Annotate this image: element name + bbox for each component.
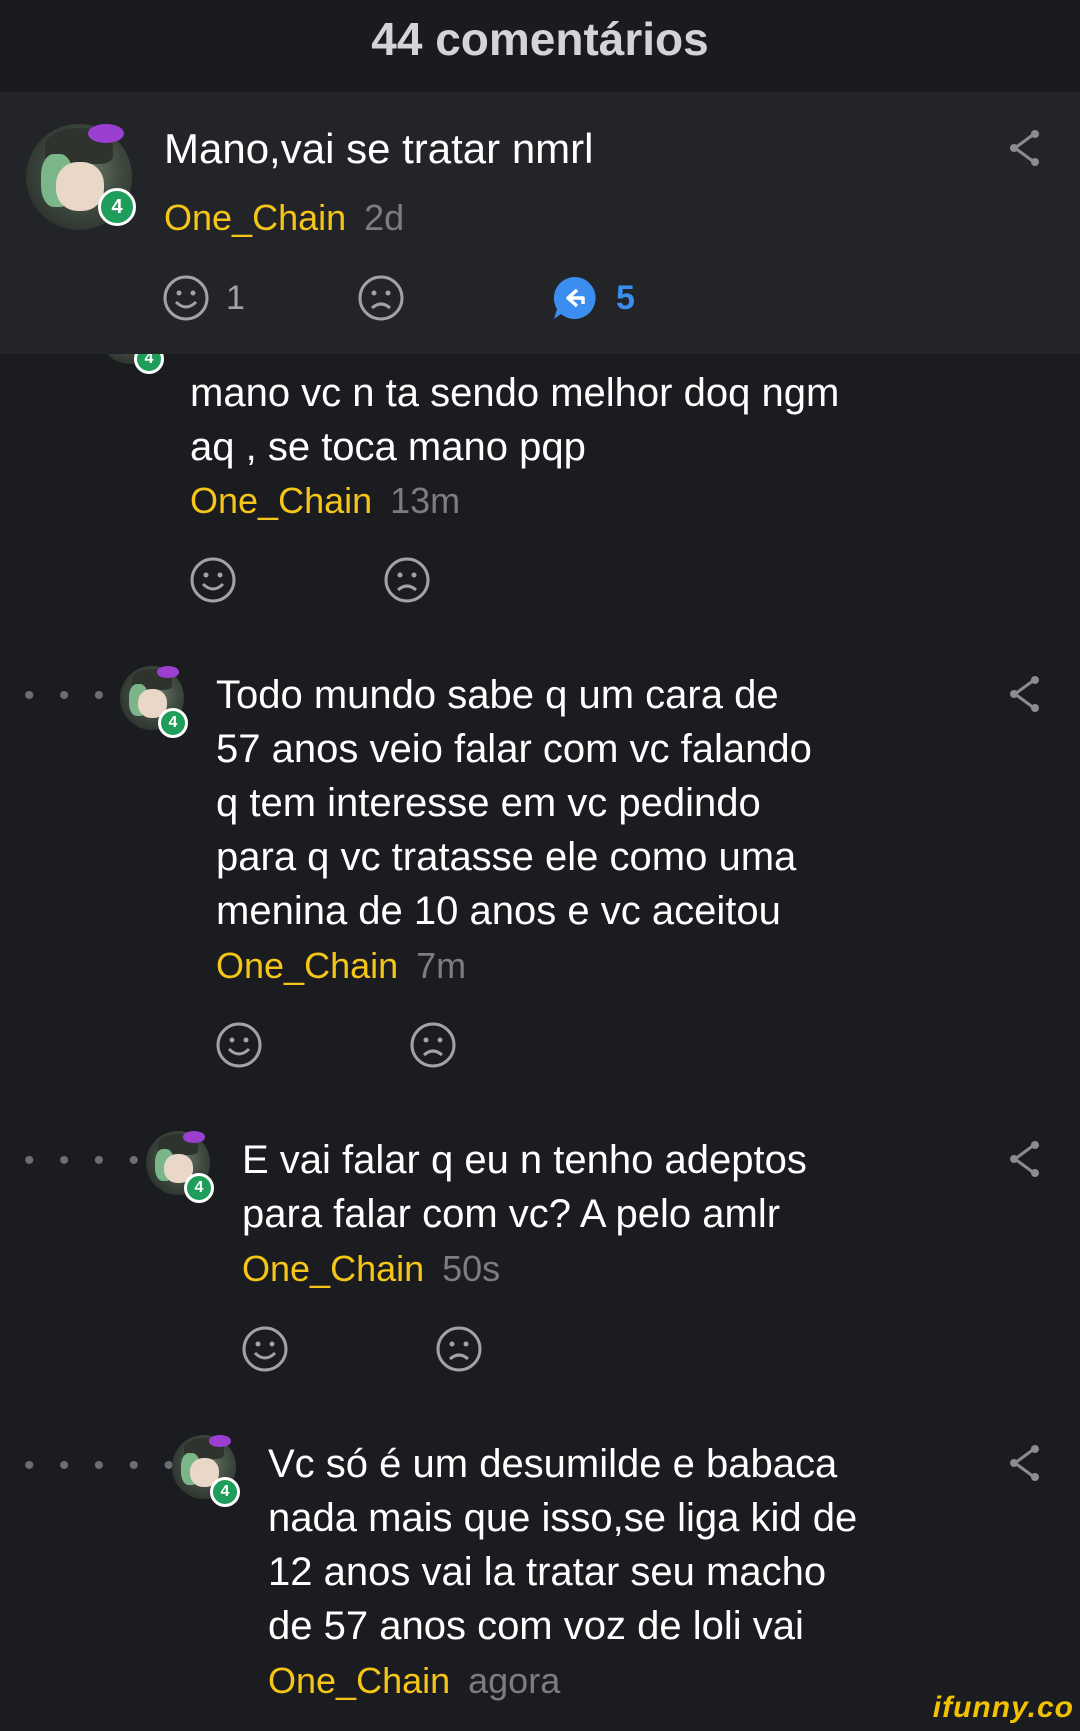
thread-depth-dots: • • • • [24,1144,148,1177]
share-icon[interactable] [1008,1443,1042,1483]
comment-meta: One_Chain 50s [242,1247,500,1291]
reply-count[interactable]: 5 [616,278,635,318]
smile-icon[interactable] [162,274,210,322]
username[interactable]: One_Chain [190,480,372,521]
comment-text: Mano,vai se tratar nmrl [164,125,594,172]
username[interactable]: One_Chain [242,1248,424,1289]
level-badge: 4 [158,708,188,738]
smile-icon[interactable] [189,556,237,604]
comment-text: E vai falar q eu n tenho adeptos para fa… [242,1138,807,1236]
comment-meta: One_Chain 13m [190,479,460,523]
level-badge: 4 [184,1173,214,1203]
thread-depth-dots: • • • • • [24,1449,182,1482]
frown-icon[interactable] [383,556,431,604]
timestamp: 13m [390,480,461,521]
thread-depth-dots: • • • [24,679,113,712]
comment-text: mano vc n ta sendo melhor doq ngm aq , s… [190,371,840,469]
smile-count: 1 [226,279,245,317]
frown-icon[interactable] [435,1325,483,1373]
timestamp: 7m [416,945,467,986]
username[interactable]: One_Chain [216,945,398,986]
reply-bubble-icon[interactable] [551,274,599,322]
comment-meta: One_Chain 2d [164,196,404,240]
comments-count-title: 44 comentários [371,13,709,65]
level-badge: 4 [98,188,136,226]
ifunny-watermark: ifunny.co [932,1691,1074,1724]
avatar[interactable]: 4 [120,666,188,738]
avatar[interactable]: 4 [172,1435,240,1507]
frown-icon[interactable] [409,1021,457,1069]
comment-text: Todo mundo sabe q um cara de 57 anos vei… [216,673,812,933]
timestamp: 2d [364,197,405,238]
frown-icon[interactable] [357,274,405,322]
smile-icon[interactable] [241,1325,289,1373]
comment-text: Vc só é um desumilde e babaca nada mais … [268,1442,858,1648]
share-icon[interactable] [1008,674,1042,714]
avatar[interactable]: 4 [26,124,136,230]
share-icon[interactable] [1008,1139,1042,1179]
comment-meta: One_Chain 7m [216,944,466,988]
smile-icon[interactable] [215,1021,263,1069]
username[interactable]: One_Chain [164,197,346,238]
username[interactable]: One_Chain [268,1660,450,1701]
comment-meta: One_Chain agora [268,1659,560,1703]
level-badge: 4 [210,1477,240,1507]
timestamp: agora [468,1660,561,1701]
share-icon[interactable] [1008,128,1042,168]
comments-header: 44 comentários [0,0,1080,92]
timestamp: 50s [442,1248,501,1289]
avatar[interactable]: 4 [146,1131,214,1203]
top-comment[interactable]: 4 Mano,vai se tratar nmrl One_Chain 2d 1 … [0,92,1080,354]
